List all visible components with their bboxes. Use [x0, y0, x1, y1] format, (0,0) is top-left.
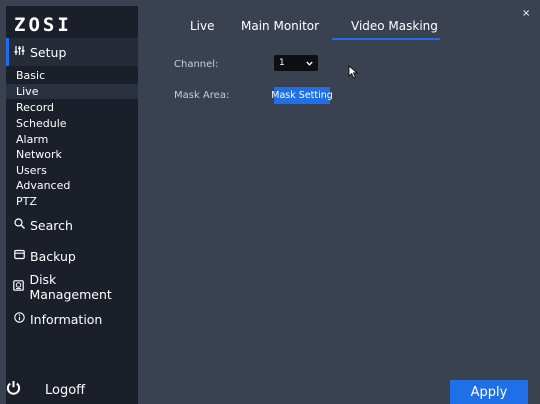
- sidebar-item-backup[interactable]: Backup: [6, 242, 138, 270]
- sidebar-item-setup[interactable]: Setup: [6, 38, 138, 66]
- channel-label: Channel:: [174, 59, 219, 70]
- channel-select[interactable]: 1: [274, 55, 318, 71]
- sidebar-subitem-record[interactable]: Record: [6, 100, 138, 115]
- tab-video-masking[interactable]: Video Masking: [351, 19, 438, 33]
- sidebar-subitem-advanced[interactable]: Advanced: [6, 178, 138, 193]
- sidebar-item-search-label: Search: [30, 217, 73, 233]
- sidebar-item-backup-label: Backup: [30, 248, 76, 264]
- sidebar-item-information-label: Information: [30, 311, 103, 327]
- chevron-down-icon: [306, 59, 313, 68]
- sidebar-item-setup-label: Setup: [30, 44, 67, 60]
- zosi-logo: ZOSI: [14, 14, 72, 36]
- sidebar-subitem-schedule[interactable]: Schedule: [6, 116, 138, 131]
- close-icon[interactable]: ×: [522, 8, 530, 19]
- active-tab-indicator: [332, 38, 440, 40]
- mask-area-label: Mask Area:: [174, 90, 230, 101]
- sidebar-subitem-alarm[interactable]: Alarm: [6, 132, 138, 147]
- tab-main-monitor[interactable]: Main Monitor: [241, 19, 319, 33]
- backup-icon: [12, 249, 26, 263]
- sidebar-item-disk-management[interactable]: Disk Management: [6, 272, 138, 302]
- tab-live[interactable]: Live: [190, 19, 215, 33]
- sidebar-item-disk-label: Disk Management: [29, 272, 112, 302]
- apply-button[interactable]: Apply: [450, 380, 528, 404]
- logoff-label: Logoff: [45, 382, 86, 398]
- sliders-icon: [12, 45, 26, 59]
- tab-bar: Live Main Monitor Video Masking: [138, 6, 534, 40]
- channel-select-value: 1: [279, 58, 285, 68]
- mouse-cursor-icon: [348, 64, 360, 79]
- power-icon: [6, 380, 21, 400]
- sidebar-item-search[interactable]: Search: [6, 211, 138, 239]
- logoff-button[interactable]: Logoff: [6, 378, 85, 402]
- sidebar-subitem-basic[interactable]: Basic: [6, 68, 138, 83]
- app-window: ZOSI Setup Basic Live Record Schedule Al…: [0, 0, 540, 404]
- sidebar-subitem-network[interactable]: Network: [6, 147, 138, 162]
- main-panel: Live Main Monitor Video Masking × Channe…: [138, 6, 534, 404]
- sidebar-subitem-users[interactable]: Users: [6, 163, 138, 178]
- mask-setting-button[interactable]: Mask Setting: [271, 87, 333, 104]
- sidebar-subitem-live[interactable]: Live: [6, 84, 138, 99]
- sidebar-item-information[interactable]: Information: [6, 305, 138, 333]
- search-icon: [12, 218, 26, 232]
- sidebar-subitem-ptz[interactable]: PTZ: [6, 194, 138, 209]
- info-icon: [12, 312, 26, 326]
- disk-icon: [12, 280, 25, 294]
- sidebar: ZOSI Setup Basic Live Record Schedule Al…: [6, 6, 138, 404]
